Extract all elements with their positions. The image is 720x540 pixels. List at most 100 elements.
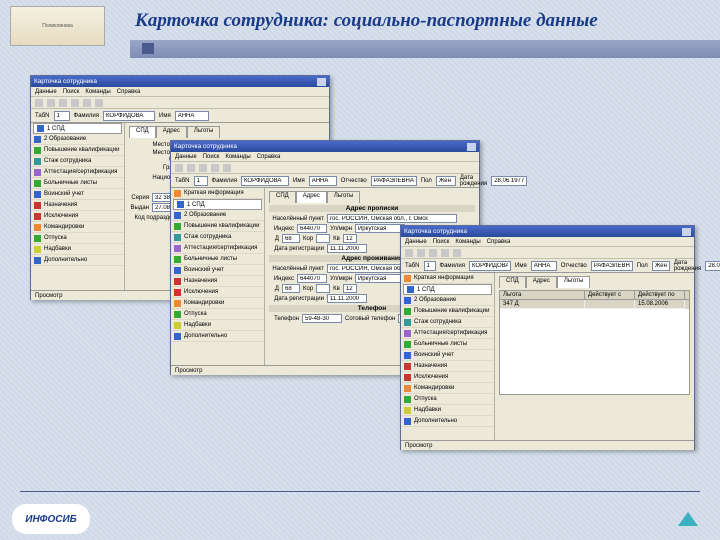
grid-body[interactable]: 347 Д 15.08.2006 <box>499 300 690 395</box>
sidebar-item[interactable]: Дополнительно <box>401 416 494 427</box>
sidebar-item[interactable]: Командировки <box>31 222 124 233</box>
toolbar-icon[interactable] <box>441 249 449 257</box>
tab-lgoty[interactable]: Льготы <box>557 276 590 288</box>
sidebar-item[interactable]: Стаж сотрудника <box>171 232 264 243</box>
sidebar-item[interactable]: 2 Образование <box>401 295 494 306</box>
menu-item[interactable]: Данные <box>175 154 197 160</box>
fam-input[interactable] <box>241 176 289 186</box>
tabn-input[interactable] <box>54 111 70 121</box>
pol-input[interactable] <box>436 176 456 186</box>
datereg-input[interactable] <box>327 244 367 253</box>
sidebar-item[interactable]: Воинский учет <box>171 265 264 276</box>
otch-input[interactable] <box>591 261 633 271</box>
tab-spd[interactable]: СПД <box>499 276 526 288</box>
toolbar-icon[interactable] <box>417 249 425 257</box>
sidebar-item-spd[interactable]: 1 СПД <box>33 123 122 134</box>
toolbar-icon[interactable] <box>175 164 183 172</box>
menu-item[interactable]: Данные <box>35 89 57 95</box>
sidebar-item[interactable]: Больничные листы <box>31 178 124 189</box>
titlebar[interactable]: Карточка сотрудника <box>31 76 329 87</box>
sidebar-item[interactable]: Дополнительно <box>171 331 264 342</box>
toolbar-icon[interactable] <box>453 249 461 257</box>
tab-adres[interactable]: Адрес <box>156 126 187 138</box>
sidebar-item-spd[interactable]: 1 СПД <box>403 284 492 295</box>
otch-input[interactable] <box>371 176 417 186</box>
sidebar-item[interactable]: Надбавки <box>401 405 494 416</box>
titlebar[interactable]: Карточка сотрудника <box>401 226 694 237</box>
sidebar-item[interactable]: Аттестация/сертификация <box>171 243 264 254</box>
name-input[interactable] <box>309 176 337 186</box>
sidebar-item[interactable]: Краткая информация <box>401 273 494 284</box>
fam-input[interactable] <box>469 261 511 271</box>
toolbar-icon[interactable] <box>223 164 231 172</box>
sidebar-item[interactable]: Повышение квалификации <box>171 221 264 232</box>
close-icon[interactable] <box>682 228 691 236</box>
sidebar-item[interactable]: Отпуска <box>401 394 494 405</box>
sidebar-item[interactable]: Краткая информация <box>171 188 264 199</box>
pol-input[interactable] <box>652 261 670 271</box>
sidebar-item[interactable]: Повышение квалификации <box>401 306 494 317</box>
sidebar-item[interactable]: Воинский учет <box>31 189 124 200</box>
tab-lgoty[interactable]: Льготы <box>187 126 220 138</box>
toolbar-icon[interactable] <box>211 164 219 172</box>
menu-item[interactable]: Команды <box>85 89 110 95</box>
sidebar-item[interactable]: Больничные листы <box>171 254 264 265</box>
fam-input[interactable] <box>103 111 155 121</box>
sidebar-item[interactable]: Больничные листы <box>401 339 494 350</box>
sidebar-item[interactable]: 2 Образование <box>171 210 264 221</box>
name-input[interactable] <box>175 111 209 121</box>
datereg2-input[interactable] <box>327 294 367 303</box>
menu-item[interactable]: Данные <box>405 239 427 245</box>
street-input[interactable] <box>355 224 405 233</box>
sidebar-item[interactable]: Назначения <box>31 200 124 211</box>
titlebar[interactable]: Карточка сотрудника <box>171 141 479 152</box>
close-icon[interactable] <box>467 143 476 151</box>
nav-up-icon[interactable] <box>678 512 698 526</box>
toolbar-icon[interactable] <box>187 164 195 172</box>
menubar[interactable]: Данные Поиск Команды Справка <box>401 237 694 247</box>
toolbar-icon[interactable] <box>71 99 79 107</box>
menu-item[interactable]: Справка <box>487 239 511 245</box>
kv2-input[interactable] <box>343 284 357 293</box>
sidebar-item[interactable]: Отпуска <box>171 309 264 320</box>
index-input[interactable] <box>297 224 327 233</box>
sidebar-item[interactable]: Стаж сотрудника <box>401 317 494 328</box>
toolbar-icon[interactable] <box>429 249 437 257</box>
street2-input[interactable] <box>355 274 405 283</box>
sidebar-item[interactable]: Исключения <box>171 287 264 298</box>
sidebar-item[interactable]: Отпуска <box>31 233 124 244</box>
nas-input[interactable] <box>327 214 457 223</box>
kv-input[interactable] <box>343 234 357 243</box>
korp-input[interactable] <box>316 234 330 243</box>
menu-item[interactable]: Поиск <box>63 89 80 95</box>
toolbar-icon[interactable] <box>59 99 67 107</box>
tab-lgoty[interactable]: Льготы <box>327 191 360 203</box>
index2-input[interactable] <box>297 274 327 283</box>
menu-item[interactable]: Поиск <box>203 154 220 160</box>
korp2-input[interactable] <box>316 284 330 293</box>
menubar[interactable]: Данные Поиск Команды Справка <box>171 152 479 162</box>
sidebar-item[interactable]: Аттестация/сертификация <box>31 167 124 178</box>
sidebar-item[interactable]: Исключения <box>401 372 494 383</box>
sidebar-item[interactable]: Дополнительно <box>31 255 124 266</box>
sidebar-item-spd[interactable]: 1 СПД <box>173 199 262 210</box>
tab-adres[interactable]: Адрес <box>526 276 557 288</box>
menu-item[interactable]: Справка <box>257 154 281 160</box>
toolbar-icon[interactable] <box>35 99 43 107</box>
menubar[interactable]: Данные Поиск Команды Справка <box>31 87 329 97</box>
tabn-input[interactable] <box>424 261 436 271</box>
toolbar-icon[interactable] <box>199 164 207 172</box>
menu-item[interactable]: Команды <box>455 239 480 245</box>
sidebar-item[interactable]: Командировки <box>401 383 494 394</box>
toolbar-icon[interactable] <box>95 99 103 107</box>
grid-row[interactable]: 347 Д 15.08.2006 <box>500 300 689 309</box>
dob-input[interactable] <box>705 261 720 271</box>
menu-item[interactable]: Поиск <box>433 239 450 245</box>
house2-input[interactable] <box>282 284 300 293</box>
tab-spd[interactable]: СПД <box>129 126 156 138</box>
sidebar-item[interactable]: Исключения <box>31 211 124 222</box>
sidebar-item[interactable]: Надбавки <box>171 320 264 331</box>
tab-adres[interactable]: Адрес <box>296 191 327 203</box>
tel-input[interactable] <box>302 314 342 323</box>
sidebar-item[interactable]: Воинский учет <box>401 350 494 361</box>
